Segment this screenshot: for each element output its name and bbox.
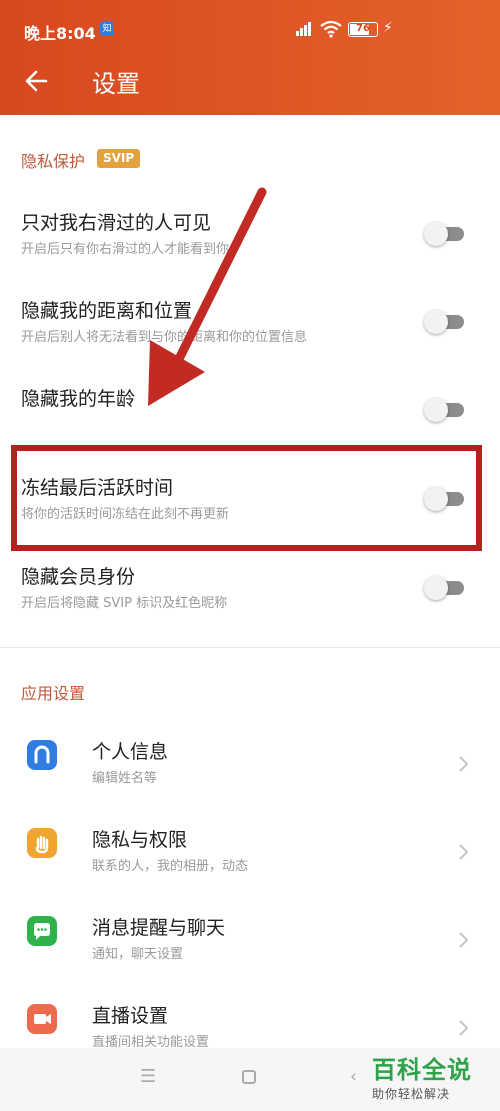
chevron-right-icon[interactable]: [456, 1018, 470, 1038]
status-time: 晚上8:04: [24, 24, 96, 43]
battery-icon: 76: [348, 22, 378, 37]
row-title-hide-age: 隐藏我的年龄: [21, 388, 136, 410]
back-arrow-icon[interactable]: [22, 66, 52, 96]
row-subtitle-hide-vip: 开启后将隐藏 SVIP 标识及红色昵称: [21, 596, 228, 611]
wifi-icon: [320, 20, 342, 38]
zhihu-app-icon: 知: [100, 22, 114, 36]
row-subtitle-hide-distance: 开启后别人将无法看到与你的距离和你的位置信息: [21, 330, 308, 345]
video-camera-icon: [27, 1004, 57, 1034]
toggle-right-swiped-only[interactable]: [424, 222, 466, 246]
chevron-right-icon[interactable]: [456, 930, 470, 950]
item-title-notifications-chat[interactable]: 消息提醒与聊天: [92, 913, 225, 940]
page-title: 设置: [92, 70, 140, 98]
item-title-profile[interactable]: 个人信息: [92, 737, 168, 764]
svip-badge: SVIP: [97, 149, 141, 168]
chevron-right-icon[interactable]: [456, 754, 470, 774]
item-title-privacy-permissions[interactable]: 隐私与权限: [92, 825, 187, 852]
item-subtitle-notifications-chat: 通知，聊天设置: [92, 947, 184, 962]
toggle-hide-vip[interactable]: [424, 576, 466, 600]
item-subtitle-profile: 编辑姓名等: [92, 771, 158, 786]
chevron-right-icon[interactable]: [456, 842, 470, 862]
row-title-right-swiped-only: 只对我右滑过的人可见: [21, 212, 212, 234]
signal-icon: [296, 22, 314, 36]
row-title-hide-vip: 隐藏会员身份: [21, 566, 136, 588]
home-icon[interactable]: [242, 1070, 256, 1084]
header-bar: 晚上8:04 知 76 ⚡ 设置: [0, 0, 500, 115]
chat-icon: [27, 916, 57, 946]
watermark-main: 百科全说: [372, 1056, 472, 1084]
row-subtitle-right-swiped-only: 开启后只有你右滑过的人才能看到你: [21, 242, 230, 257]
status-bar: 晚上8:04 知 76 ⚡: [0, 0, 500, 60]
privacy-section-title: 隐私保护: [21, 152, 86, 171]
profile-icon: [27, 740, 57, 770]
watermark-sub: 助你轻松解决: [372, 1087, 451, 1101]
item-title-live-settings[interactable]: 直播设置: [92, 1001, 168, 1028]
toggle-hide-age[interactable]: [424, 398, 466, 422]
section-divider: [0, 647, 500, 648]
row-title-hide-distance: 隐藏我的距离和位置: [21, 300, 193, 322]
charging-icon: ⚡: [383, 20, 393, 36]
battery-level: 76: [356, 23, 370, 34]
watermark-logo: 百科全说 助你轻松解决: [372, 1050, 490, 1102]
back-icon[interactable]: ‹: [350, 1066, 357, 1087]
app-settings-section-title: 应用设置: [21, 684, 86, 703]
item-subtitle-privacy-permissions: 联系的人，我的相册，动态: [92, 859, 249, 874]
menu-icon[interactable]: ☰: [140, 1066, 156, 1087]
toggle-hide-distance[interactable]: [424, 310, 466, 334]
highlight-box: [11, 445, 482, 551]
hand-icon: [27, 828, 57, 858]
